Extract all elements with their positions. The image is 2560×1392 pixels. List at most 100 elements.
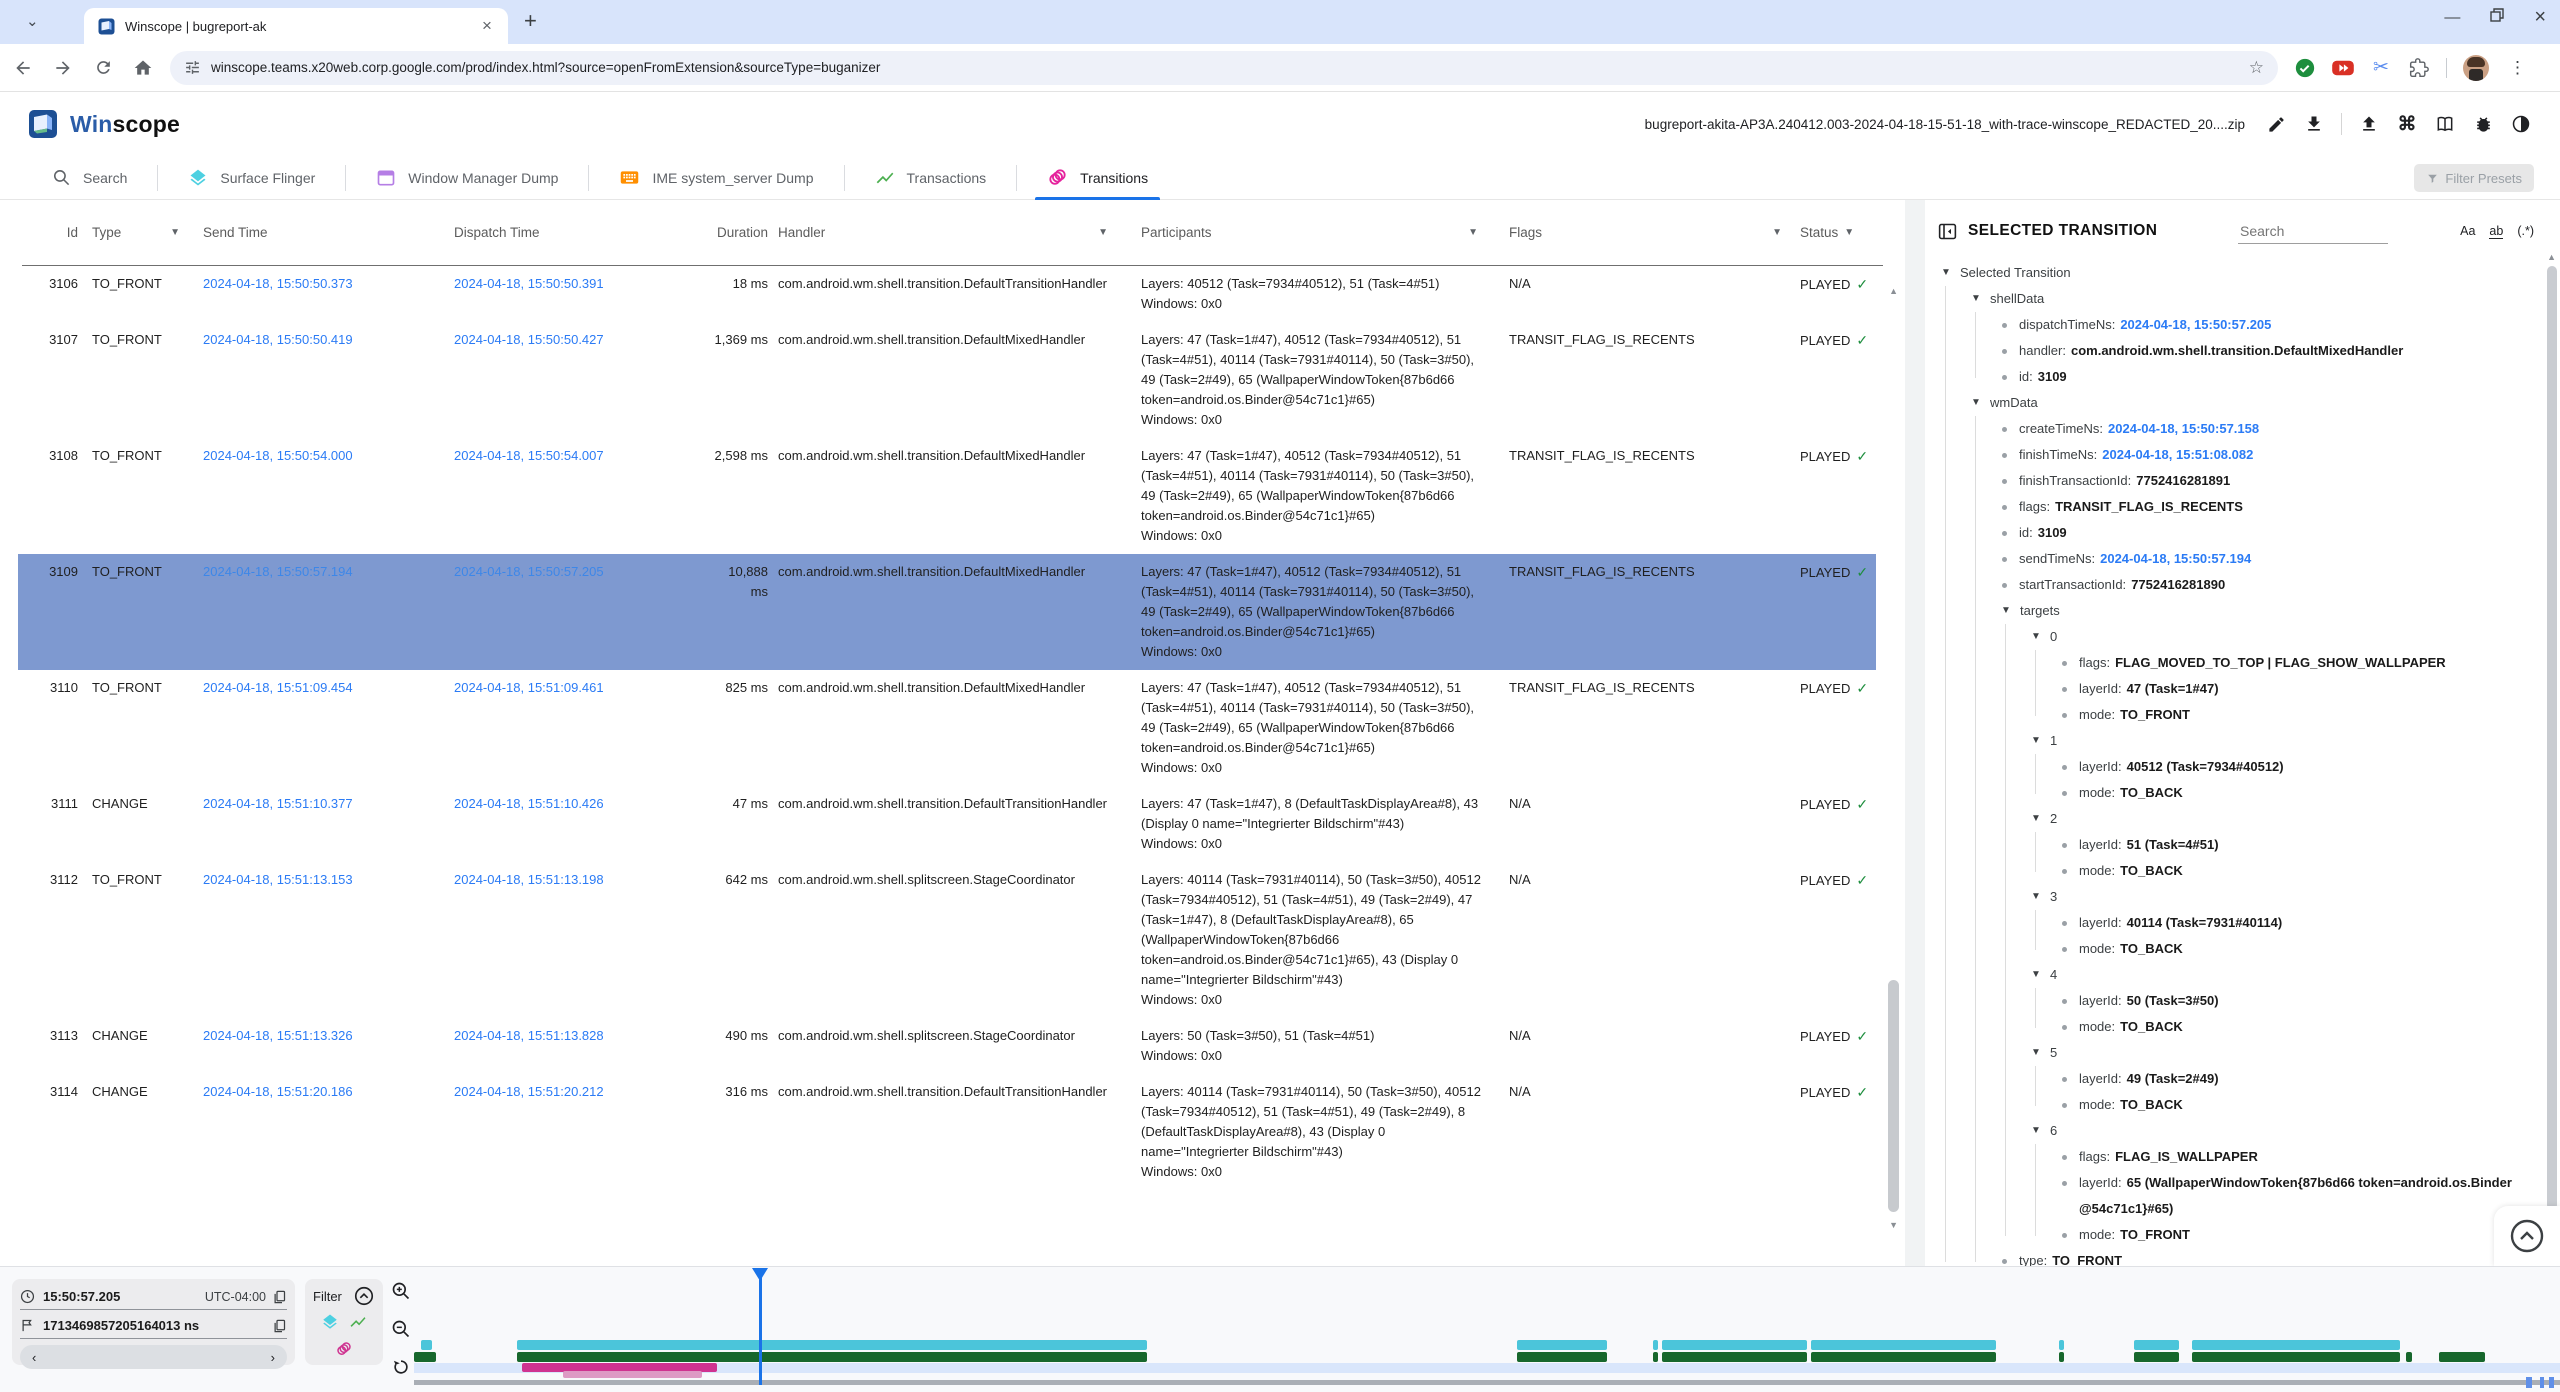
send-time-link[interactable]: 2024-04-18, 15:50:54.000 bbox=[203, 448, 353, 463]
match-case-icon[interactable]: Aa bbox=[2460, 224, 2475, 238]
tree-group[interactable]: ▼Selected Transition bbox=[1925, 260, 2535, 286]
transactions-trace-segment[interactable] bbox=[414, 1352, 436, 1362]
bookmark-star-icon[interactable]: ☆ bbox=[2249, 58, 2264, 78]
tree-item[interactable]: id:3109 bbox=[1925, 364, 2535, 390]
dispatch-time-link[interactable]: 2024-04-18, 15:51:09.461 bbox=[454, 680, 604, 695]
column-filter-icon[interactable]: ▼ bbox=[1098, 227, 1108, 238]
table-row[interactable]: 3113CHANGE2024-04-18, 15:51:13.3262024-0… bbox=[22, 1018, 1884, 1074]
zoom-in-button[interactable] bbox=[391, 1281, 411, 1301]
chevron-down-icon[interactable]: ▼ bbox=[2029, 806, 2043, 832]
sf-trace-segment[interactable] bbox=[2192, 1340, 2400, 1350]
shortcuts-icon[interactable]: ⌘ bbox=[2390, 109, 2424, 139]
copy-ns-icon[interactable] bbox=[272, 1318, 287, 1334]
table-row[interactable]: 3112TO_FRONT2024-04-18, 15:51:13.1532024… bbox=[22, 862, 1884, 1018]
dispatch-time-link[interactable]: 2024-04-18, 15:51:13.828 bbox=[454, 1028, 604, 1043]
tree-group[interactable]: ▼1 bbox=[1925, 728, 2535, 754]
table-scroll-down-icon[interactable]: ▼ bbox=[1889, 1220, 1898, 1230]
send-time-link[interactable]: 2024-04-18, 15:51:09.454 bbox=[203, 680, 353, 695]
back-icon[interactable] bbox=[6, 51, 40, 85]
documentation-icon[interactable] bbox=[2428, 109, 2462, 139]
tab-transitions[interactable]: Transitions bbox=[1017, 156, 1178, 200]
tree-item[interactable]: mode:TO_BACK bbox=[1925, 858, 2535, 884]
table-row[interactable]: 3114CHANGE2024-04-18, 15:51:20.1862024-0… bbox=[22, 1074, 1884, 1190]
tab-search[interactable]: Search bbox=[22, 156, 157, 200]
extension-scissors-icon[interactable]: ✂ bbox=[2370, 57, 2392, 79]
tree-group[interactable]: ▼0 bbox=[1925, 624, 2535, 650]
sf-trace-segment[interactable] bbox=[517, 1340, 1147, 1350]
send-time-link[interactable]: 2024-04-18, 15:50:50.373 bbox=[203, 276, 353, 291]
tree-item[interactable]: mode:TO_BACK bbox=[1925, 1092, 2535, 1118]
collapse-panel-icon[interactable] bbox=[1937, 221, 1958, 242]
chevron-down-icon[interactable]: ▼ bbox=[2029, 962, 2043, 988]
browser-tab[interactable]: Winscope | bugreport-ak × bbox=[84, 8, 508, 44]
properties-search-input[interactable] bbox=[2238, 219, 2388, 244]
transactions-trace-segment[interactable] bbox=[1662, 1352, 1807, 1362]
chevron-down-icon[interactable]: ▼ bbox=[2029, 624, 2043, 650]
tree-group[interactable]: ▼targets bbox=[1925, 598, 2535, 624]
filter-transitions-icon[interactable] bbox=[335, 1340, 353, 1363]
tree-item[interactable]: flags:FLAG_IS_WALLPAPER bbox=[1925, 1144, 2535, 1170]
timeline-cursor-head[interactable] bbox=[752, 1268, 768, 1281]
window-restore-button[interactable] bbox=[2490, 8, 2504, 27]
transactions-trace-segment[interactable] bbox=[1653, 1352, 1658, 1362]
send-time-link[interactable]: 2024-04-18, 15:50:57.194 bbox=[203, 564, 353, 579]
dispatch-time-link[interactable]: 2024-04-18, 15:50:50.391 bbox=[454, 276, 604, 291]
human-time-field[interactable]: 15:50:57.205 UTC-04:00 bbox=[20, 1284, 287, 1310]
download-traces-icon[interactable] bbox=[2297, 109, 2331, 139]
timeline-canvas[interactable] bbox=[420, 1267, 2560, 1392]
tab-ime-system-server-dump[interactable]: IME system_server Dump bbox=[589, 156, 843, 200]
table-row[interactable]: 3108TO_FRONT2024-04-18, 15:50:54.0002024… bbox=[22, 438, 1884, 554]
tree-item[interactable]: finishTimeNs:2024-04-18, 15:51:08.082 bbox=[1925, 442, 2535, 468]
sf-trace-segment[interactable] bbox=[1517, 1340, 1607, 1350]
tab-surface-flinger[interactable]: Surface Flinger bbox=[158, 156, 345, 200]
zoom-out-button[interactable] bbox=[391, 1319, 411, 1339]
chevron-down-icon[interactable]: ▼ bbox=[2029, 1118, 2043, 1144]
table-row[interactable]: 3109TO_FRONT2024-04-18, 15:50:57.1942024… bbox=[22, 554, 1884, 670]
tree-item[interactable]: mode:TO_BACK bbox=[1925, 936, 2535, 962]
tree-item[interactable]: type:TO_FRONT bbox=[1925, 1248, 2535, 1266]
tree-item[interactable]: mode:TO_BACK bbox=[1925, 780, 2535, 806]
tree-group[interactable]: ▼6 bbox=[1925, 1118, 2535, 1144]
chevron-down-icon[interactable]: ▼ bbox=[2029, 728, 2043, 754]
new-tab-button[interactable]: + bbox=[524, 8, 537, 34]
home-icon[interactable] bbox=[126, 51, 160, 85]
sf-trace-segment[interactable] bbox=[2059, 1340, 2064, 1350]
tree-item[interactable]: handler:com.android.wm.shell.transition.… bbox=[1925, 338, 2535, 364]
transactions-trace-segment[interactable] bbox=[2134, 1352, 2179, 1362]
table-row[interactable]: 3106TO_FRONT2024-04-18, 15:50:50.3732024… bbox=[22, 266, 1884, 322]
send-time-link[interactable]: 2024-04-18, 15:51:13.326 bbox=[203, 1028, 353, 1043]
tree-item[interactable]: layerId:40114 (Task=7931#40114) bbox=[1925, 910, 2535, 936]
url-bar[interactable]: winscope.teams.x20web.corp.google.com/pr… bbox=[170, 51, 2278, 85]
table-row[interactable]: 3107TO_FRONT2024-04-18, 15:50:50.4192024… bbox=[22, 322, 1884, 438]
filter-transactions-icon[interactable] bbox=[349, 1313, 367, 1336]
sf-trace-segment[interactable] bbox=[1653, 1340, 1658, 1350]
tree-item[interactable]: layerId:65 (WallpaperWindowToken{87b6d66… bbox=[1925, 1170, 2535, 1222]
scroll-to-top-button[interactable] bbox=[2507, 1216, 2547, 1256]
tree-item[interactable]: layerId:51 (Task=4#51) bbox=[1925, 832, 2535, 858]
regex-icon[interactable]: (.*) bbox=[2517, 224, 2534, 238]
tree-item[interactable]: mode:TO_FRONT bbox=[1925, 702, 2535, 728]
tree-group[interactable]: ▼3 bbox=[1925, 884, 2535, 910]
profile-avatar[interactable] bbox=[2463, 55, 2489, 81]
copy-time-icon[interactable] bbox=[272, 1289, 287, 1305]
tree-item[interactable]: dispatchTimeNs:2024-04-18, 15:50:57.205 bbox=[1925, 312, 2535, 338]
timeline-cursor[interactable] bbox=[759, 1268, 762, 1385]
transactions-trace-segment[interactable] bbox=[2059, 1352, 2064, 1362]
transactions-trace-segment[interactable] bbox=[2192, 1352, 2400, 1362]
next-entry-button[interactable]: › bbox=[271, 1350, 275, 1365]
collapse-filter-button[interactable] bbox=[353, 1285, 375, 1307]
edit-file-icon[interactable] bbox=[2259, 109, 2293, 139]
send-time-link[interactable]: 2024-04-18, 15:51:10.377 bbox=[203, 796, 353, 811]
chevron-down-icon[interactable]: ▼ bbox=[1969, 390, 1983, 416]
sf-trace-segment[interactable] bbox=[2134, 1340, 2179, 1350]
browser-menu-icon[interactable]: ⋮ bbox=[2509, 58, 2526, 78]
tree-item[interactable]: createTimeNs:2024-04-18, 15:50:57.158 bbox=[1925, 416, 2535, 442]
extension-video-icon[interactable] bbox=[2332, 57, 2354, 79]
forward-icon[interactable] bbox=[46, 51, 80, 85]
column-filter-icon[interactable]: ▼ bbox=[1844, 227, 1854, 238]
table-row[interactable]: 3111CHANGE2024-04-18, 15:51:10.3772024-0… bbox=[22, 786, 1884, 862]
tree-item[interactable]: mode:TO_BACK bbox=[1925, 1014, 2535, 1040]
dark-mode-icon[interactable] bbox=[2504, 109, 2538, 139]
panel-scroll-up-icon[interactable]: ▲ bbox=[2547, 252, 2556, 262]
column-filter-icon[interactable]: ▼ bbox=[1468, 227, 1478, 238]
